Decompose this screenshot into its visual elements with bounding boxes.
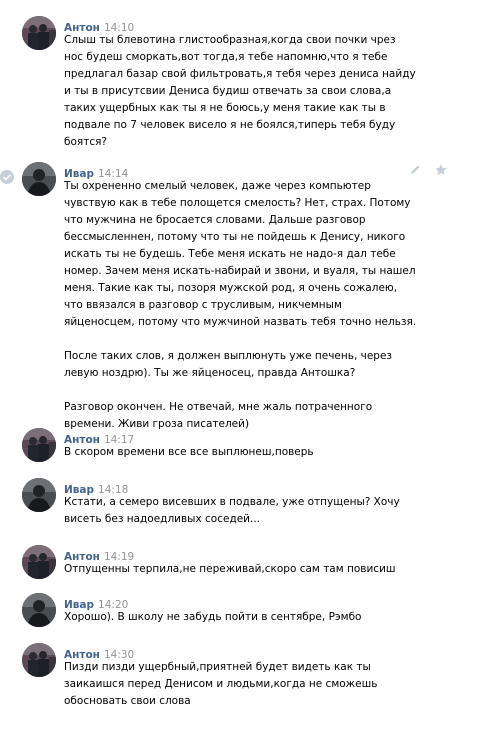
message-line: нос будеш сморкать,вот тогда,я тебе напо… [64, 51, 388, 63]
message-paragraph: Ты охрененно смелый человек, даже через … [64, 178, 424, 331]
star-icon[interactable] [434, 162, 448, 176]
message-text: Отпущенны терпила,не переживай,скоро сам… [64, 561, 424, 578]
avatar[interactable] [22, 428, 56, 462]
message-line: бессмысленнен, потому что ты не пойдешь … [64, 231, 406, 243]
message-line: Ты охрененно смелый человек, даже через … [64, 180, 371, 192]
message-paragraph: После таких слов, я должен выплюнуть уже… [64, 348, 424, 382]
message-line: чувствую как в тебе полощется смелость? … [64, 197, 411, 209]
message-text: Слыш ты блевотина глистообразная,когда с… [64, 32, 424, 151]
message-line: и ты в присутсвии Дениса будиш отвечать … [64, 85, 392, 97]
message-paragraph: Кстати, а семеро висевших в подвале, уже… [64, 494, 424, 528]
message-line: Разговор окончен. Не отвечай, мне жаль п… [64, 401, 373, 413]
message-header: Антон 14:19 [64, 545, 134, 563]
message-text: Кстати, а семеро висевших в подвале, уже… [64, 494, 424, 528]
message-header: Ивар 14:14 [64, 162, 128, 180]
message-line: заикаишся перед Денисом и людьми,когда н… [64, 678, 378, 690]
message-paragraph: Хорошо). В школу не забудь пойти в сентя… [64, 609, 424, 626]
message-header: Антон 14:10 [64, 16, 134, 34]
message-line: что мужчина не бросается словами. Дальше… [64, 214, 366, 226]
message-paragraph: В скором времени все все выплюнеш,поверь [64, 444, 424, 461]
message-line: что ввязался в разговор с трусливым, ник… [64, 299, 342, 311]
message-line: яйценосцем, потому что мужчиной назвать … [64, 316, 417, 328]
message-text: Хорошо). В школу не забудь пойти в сентя… [64, 609, 424, 626]
message-line: Пизди пизди ущербный,приятней будет виде… [64, 661, 371, 673]
message-line: искать ты не будешь. Тебе меня искать не… [64, 248, 396, 260]
message-header: Ивар 14:18 [64, 478, 128, 496]
message-line: Слыш ты блевотина глистообразная,когда с… [64, 34, 396, 46]
message-line: номер. Зачем меня искать-набирай и звони… [64, 265, 416, 277]
message-text: В скором времени все все выплюнеш,поверь [64, 444, 424, 461]
avatar[interactable] [22, 478, 56, 512]
message-paragraph: Отпущенны терпила,не переживай,скоро сам… [64, 561, 424, 578]
message-line: боятся? [64, 136, 107, 148]
message-line: таких ущербных как ты я не боюсь,у меня … [64, 102, 386, 114]
message-line: После таких слов, я должен выплюнуть уже… [64, 350, 392, 362]
avatar[interactable] [22, 643, 56, 677]
message-line: Отпущенны терпила,не переживай,скоро сам… [64, 563, 396, 575]
message-paragraph: Слыш ты блевотина глистообразная,когда с… [64, 32, 424, 151]
message-line: подвале по 7 человек висело я не боялся,… [64, 119, 396, 131]
message-line: Хорошо). В школу не забудь пойти в сентя… [64, 611, 362, 623]
message-header: Антон 14:17 [64, 428, 134, 446]
read-check-icon[interactable] [0, 170, 14, 184]
message-line: Кстати, а семеро висевших в подвале, уже… [64, 496, 400, 508]
avatar[interactable] [22, 162, 56, 196]
avatar[interactable] [22, 545, 56, 579]
message-line: В скором времени все все выплюнеш,поверь [64, 446, 314, 458]
message-text: Пизди пизди ущербный,приятней будет виде… [64, 659, 424, 710]
message-line: левую ноздрю). Ты же яйценосец, правда А… [64, 367, 356, 379]
message-line: висеть без надоедливых соседей... [64, 513, 260, 525]
avatar[interactable] [22, 16, 56, 50]
edit-pencil-icon[interactable] [408, 162, 422, 176]
message-header: Антон 14:30 [64, 643, 134, 661]
avatar[interactable] [22, 593, 56, 627]
message-line: предлагал базар свой фильтровать,я тебя … [64, 68, 416, 80]
message-paragraph: Пизди пизди ущербный,приятней будет виде… [64, 659, 424, 710]
message-feed: Антон 14:10 Слыш ты блевотина глистообразн… [0, 0, 478, 734]
message-line: обосновать свои слова [64, 695, 191, 707]
message-text: Ты охрененно смелый человек, даже через … [64, 178, 424, 433]
message-line: меня. Такие как ты, позоря мужской род, … [64, 282, 398, 294]
message-header: Ивар 14:20 [64, 593, 128, 611]
